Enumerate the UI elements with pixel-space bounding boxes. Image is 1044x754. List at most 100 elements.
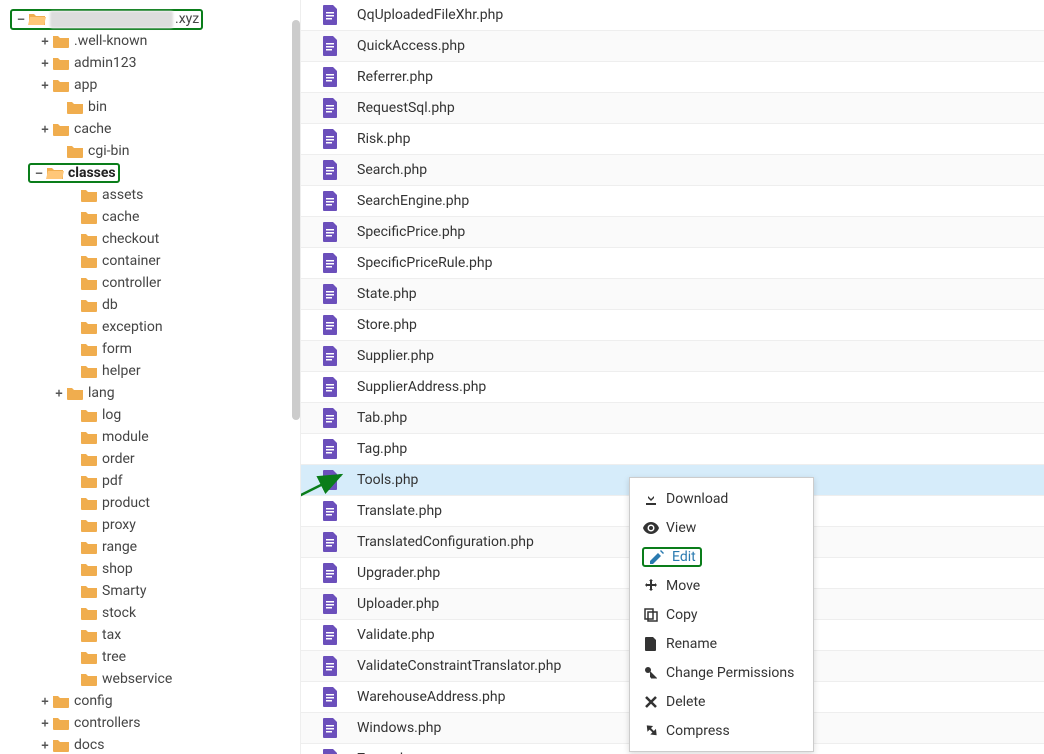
tree-node-stock[interactable]: stock	[0, 602, 300, 624]
tree-node-exception[interactable]: exception	[0, 316, 300, 338]
tree-node-tree[interactable]: tree	[0, 646, 300, 668]
tree-label: classes	[68, 165, 116, 181]
file-row[interactable]: Referrer.php	[301, 62, 1044, 93]
tree-node-docs[interactable]: +docs	[0, 734, 300, 754]
menu-label: Copy	[666, 607, 698, 623]
context-menu: Download ViewEditMove Copy RenameChange Per…	[629, 477, 814, 752]
file-row[interactable]: Tab.php	[301, 403, 1044, 434]
tree-node-checkout[interactable]: checkout	[0, 228, 300, 250]
expander-plus-icon[interactable]: +	[38, 694, 52, 708]
tree-node-.well-known[interactable]: + .well-known	[0, 30, 300, 52]
menu-item-download[interactable]: Download	[630, 484, 813, 513]
tree-node-pdf[interactable]: pdf	[0, 470, 300, 492]
expander-plus-icon[interactable]: +	[52, 386, 66, 400]
expander-minus-icon[interactable]: −	[32, 166, 46, 180]
tree-node-tax[interactable]: tax	[0, 624, 300, 646]
tree-node-controller[interactable]: controller	[0, 272, 300, 294]
tree-node-webservice[interactable]: webservice	[0, 668, 300, 690]
tree-label: product	[102, 495, 150, 511]
pencil-icon	[648, 550, 666, 564]
folder-icon	[80, 298, 98, 312]
file-name: RequestSql.php	[357, 100, 455, 116]
tree-label: tax	[102, 627, 121, 643]
tree-root-node[interactable]: − ████████████ .xyz	[0, 8, 300, 30]
menu-item-copy[interactable]: Copy	[630, 600, 813, 629]
file-row[interactable]: SpecificPriceRule.php	[301, 248, 1044, 279]
file-row[interactable]: QuickAccess.php	[301, 31, 1044, 62]
menu-item-compress[interactable]: Compress	[630, 716, 813, 745]
document-icon	[321, 129, 339, 149]
tree-node-log[interactable]: log	[0, 404, 300, 426]
tree-node-cache[interactable]: cache	[0, 206, 300, 228]
tree-node-controllers[interactable]: +controllers	[0, 712, 300, 734]
tree-node-cache[interactable]: +cache	[0, 118, 300, 140]
menu-item-rename[interactable]: Rename	[630, 629, 813, 658]
tree-label: proxy	[102, 517, 136, 533]
file-name: SupplierAddress.php	[357, 379, 486, 395]
file-name: Risk.php	[357, 131, 410, 147]
file-row[interactable]: State.php	[301, 279, 1044, 310]
menu-item-delete[interactable]: Delete	[630, 687, 813, 716]
expander-plus-icon[interactable]: +	[38, 56, 52, 70]
folder-icon	[80, 672, 98, 686]
document-icon	[321, 160, 339, 180]
menu-item-move[interactable]: Move	[630, 571, 813, 600]
tree-node-cgi-bin[interactable]: cgi-bin	[0, 140, 300, 162]
file-row[interactable]: Tag.php	[301, 434, 1044, 465]
menu-item-edit[interactable]: Edit	[630, 542, 813, 571]
folder-icon	[80, 452, 98, 466]
tree-label: range	[102, 539, 137, 555]
tree-node-module[interactable]: module	[0, 426, 300, 448]
tree-node-form[interactable]: form	[0, 338, 300, 360]
file-row[interactable]: RequestSql.php	[301, 93, 1044, 124]
tree-node-product[interactable]: product	[0, 492, 300, 514]
tree-node-helper[interactable]: helper	[0, 360, 300, 382]
delete-icon	[642, 696, 660, 708]
file-row[interactable]: SearchEngine.php	[301, 186, 1044, 217]
file-row[interactable]: QqUploadedFileXhr.php	[301, 0, 1044, 31]
expander-plus-icon[interactable]: +	[38, 34, 52, 48]
menu-item-view[interactable]: View	[630, 513, 813, 542]
tree-node-smarty[interactable]: Smarty	[0, 580, 300, 602]
key-icon	[642, 666, 660, 680]
tree-label: db	[102, 297, 118, 313]
folder-open-icon	[28, 12, 46, 26]
file-name: QuickAccess.php	[357, 38, 465, 54]
document-icon	[321, 284, 339, 304]
menu-item-change-permissions[interactable]: Change Permissions	[630, 658, 813, 687]
tree-node-proxy[interactable]: proxy	[0, 514, 300, 536]
tree-node-container[interactable]: container	[0, 250, 300, 272]
tree-label: tree	[102, 649, 126, 665]
menu-label: Download	[666, 491, 728, 507]
file-row[interactable]: SpecificPrice.php	[301, 217, 1044, 248]
expander-plus-icon[interactable]: +	[38, 738, 52, 752]
expander-minus-icon[interactable]: −	[14, 12, 28, 26]
tree-node-range[interactable]: range	[0, 536, 300, 558]
document-icon	[321, 718, 339, 738]
document-icon	[321, 346, 339, 366]
tree-node-lang[interactable]: +lang	[0, 382, 300, 404]
file-row[interactable]: SupplierAddress.php	[301, 372, 1044, 403]
file-row[interactable]: Store.php	[301, 310, 1044, 341]
file-name: Upgrader.php	[357, 565, 440, 581]
document-icon	[321, 222, 339, 242]
tree-node-app[interactable]: +app	[0, 74, 300, 96]
tree-node-admin123[interactable]: +admin123	[0, 52, 300, 74]
expander-plus-icon[interactable]: +	[38, 78, 52, 92]
tree-node-classes[interactable]: − classes	[0, 162, 300, 184]
copy-icon	[642, 608, 660, 622]
document-icon	[321, 532, 339, 552]
tree-node-bin[interactable]: bin	[0, 96, 300, 118]
tree-node-config[interactable]: +config	[0, 690, 300, 712]
tree-node-shop[interactable]: shop	[0, 558, 300, 580]
file-row[interactable]: Risk.php	[301, 124, 1044, 155]
sidebar-scrollbar[interactable]	[292, 20, 300, 420]
file-row[interactable]: Supplier.php	[301, 341, 1044, 372]
tree-node-order[interactable]: order	[0, 448, 300, 470]
tree-label: .well-known	[74, 33, 147, 49]
tree-node-db[interactable]: db	[0, 294, 300, 316]
tree-node-assets[interactable]: assets	[0, 184, 300, 206]
expander-plus-icon[interactable]: +	[38, 122, 52, 136]
expander-plus-icon[interactable]: +	[38, 716, 52, 730]
file-row[interactable]: Search.php	[301, 155, 1044, 186]
